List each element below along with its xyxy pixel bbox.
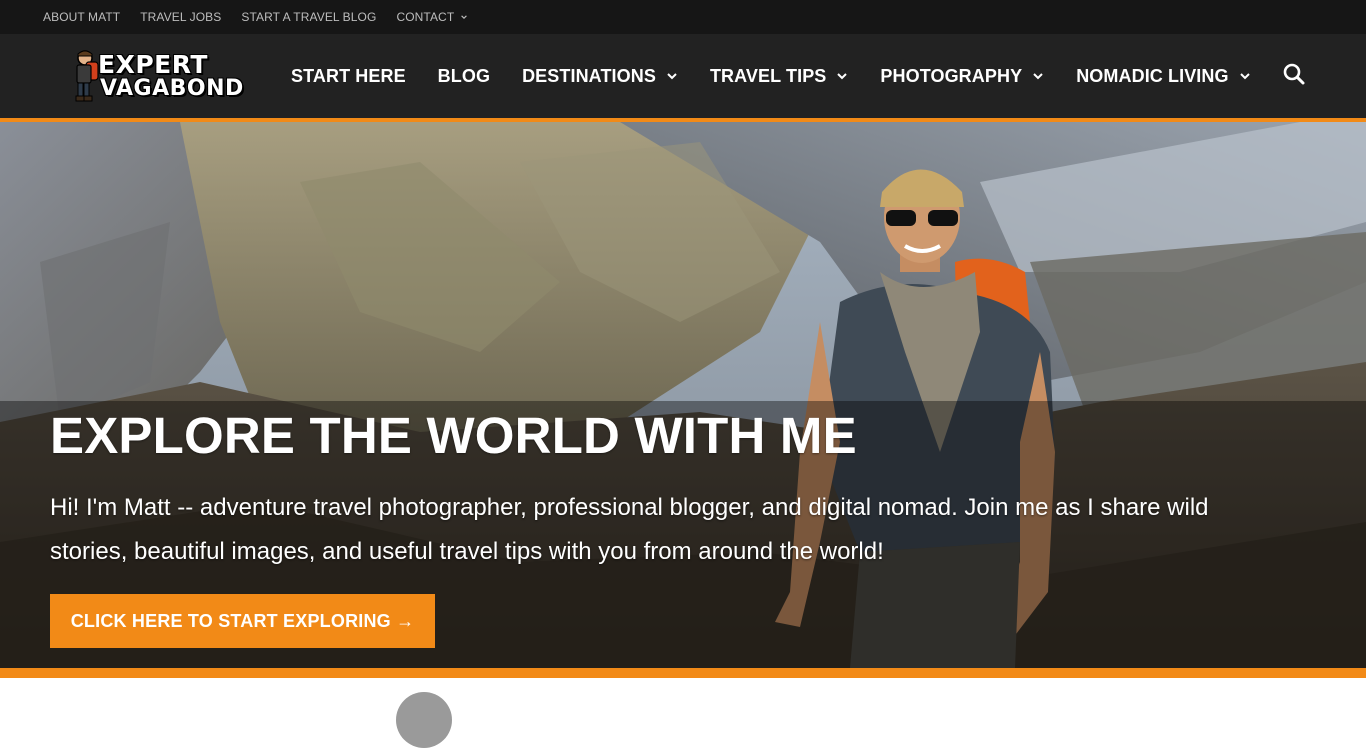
nav-item-label: PHOTOGRAPHY	[880, 65, 1023, 86]
chevron-down-icon	[1033, 73, 1043, 80]
chevron-down-icon	[837, 73, 848, 80]
nav-item-label: NOMADIC LIVING	[1076, 65, 1229, 86]
nav-item-photography[interactable]: PHOTOGRAPHY	[880, 66, 1044, 87]
mascot-icon	[75, 50, 99, 102]
hero-title: EXPLORE THE WORLD WITH ME	[50, 407, 857, 464]
chevron-down-icon	[667, 73, 677, 80]
nav-item-nomadic-living[interactable]: NOMADIC LIVING	[1076, 66, 1250, 87]
nav-item-label: TRAVEL TIPS	[709, 65, 827, 86]
topbar-link-about[interactable]: ABOUT MATT	[43, 10, 120, 24]
chevron-down-icon	[1239, 73, 1250, 80]
profile-photo	[396, 692, 452, 748]
nav-item-blog[interactable]: BLOG	[438, 66, 490, 87]
hero-accent-rule	[0, 668, 1366, 678]
hero-section: EXPLORE THE WORLD WITH ME Hi! I'm Matt -…	[0, 122, 1366, 668]
topbar-link-travel-jobs[interactable]: TRAVEL JOBS	[140, 10, 221, 24]
topbar-contact-label: CONTACT	[396, 10, 455, 24]
logo-line-2: VAGABOND	[100, 76, 244, 101]
topbar-link-start-blog[interactable]: START A TRAVEL BLOG	[241, 10, 376, 24]
main-navigation: EXPERT VAGABOND START HERE BLOG DESTINAT…	[0, 34, 1366, 118]
nav-item-destinations[interactable]: DESTINATIONS	[522, 66, 678, 87]
nav-item-start-here[interactable]: START HERE	[291, 66, 406, 87]
logo-line-1: EXPERT	[98, 50, 208, 79]
utility-bar: ABOUT MATT TRAVEL JOBS START A TRAVEL BL…	[0, 0, 1366, 34]
hero-subtitle: Hi! I'm Matt -- adventure travel photogr…	[50, 494, 1209, 565]
nav-item-label: DESTINATIONS	[522, 65, 656, 86]
search-icon[interactable]	[1282, 62, 1306, 86]
nav-item-label: START HERE	[291, 65, 406, 86]
below-fold-area	[0, 678, 1366, 697]
nav-item-travel-tips[interactable]: TRAVEL TIPS	[710, 66, 848, 87]
start-exploring-button[interactable]: CLICK HERE TO START EXPLORING →	[50, 594, 435, 648]
nav-menu: START HERE BLOG DESTINATIONS TRAVEL TIPS…	[291, 34, 1283, 118]
site-logo[interactable]: EXPERT VAGABOND	[70, 46, 243, 106]
chevron-down-icon	[461, 15, 468, 19]
nav-item-label: BLOG	[437, 65, 491, 86]
topbar-link-contact[interactable]: CONTACT	[396, 10, 468, 24]
